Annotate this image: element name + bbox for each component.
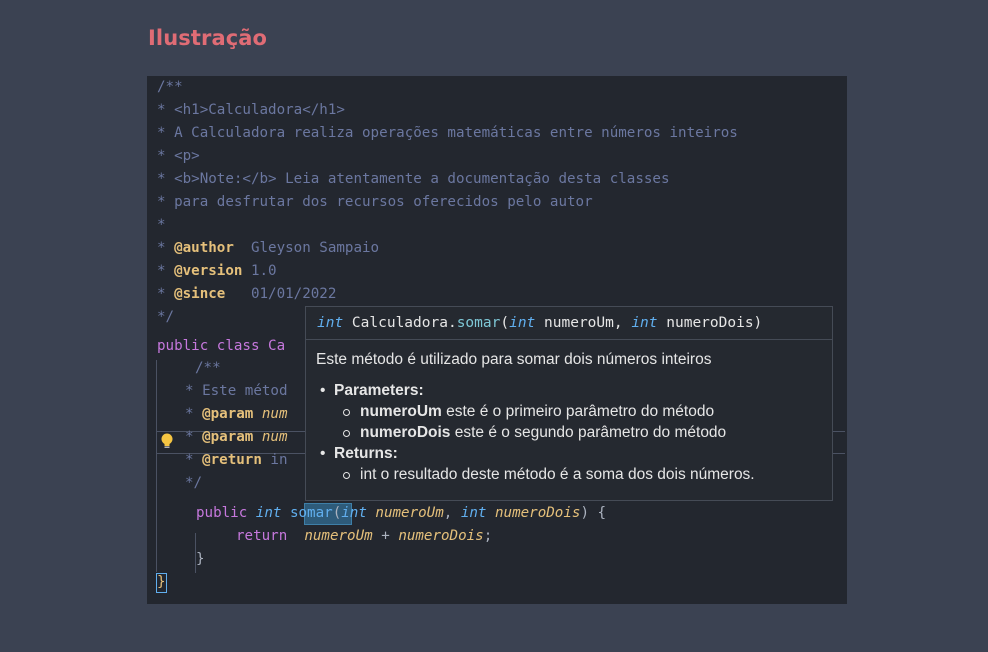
keyword-return: return — [236, 528, 288, 544]
param-name: num — [253, 429, 288, 445]
javadoc-tag: @param — [202, 429, 254, 445]
param-item-desc: este é o primeiro parâmetro do método — [441, 403, 715, 420]
punctuation: ; — [483, 528, 493, 544]
code-line: * <h1>Calculadora</h1> — [157, 102, 345, 118]
comment-star: * — [185, 406, 203, 422]
parameters-label: Parameters: — [334, 382, 424, 399]
type-int: int — [341, 505, 367, 521]
comment-text: in — [261, 452, 288, 468]
param-item-desc: este é o segundo parâmetro do método — [450, 424, 727, 441]
comment-text: Gleyson Sampaio — [233, 240, 380, 256]
code-line-since: * @since 01/01/2022 — [157, 283, 336, 306]
param-name: numeroDois) — [657, 315, 763, 331]
param-name: numeroUm — [304, 528, 373, 544]
javadoc-tag: @param — [202, 406, 254, 422]
comment-star: * — [157, 263, 175, 279]
code-line: * Este métod — [185, 383, 288, 399]
type-int: int — [631, 315, 658, 331]
code-line: * A Calculadora realiza operações matemá… — [157, 125, 738, 141]
param-item-name: numeroUm — [360, 403, 442, 420]
javadoc-tag: @return — [202, 452, 262, 468]
param-name: num — [253, 406, 288, 422]
returns-item: int o resultado deste método é a soma do… — [316, 464, 822, 485]
param-name: numeroDois — [398, 528, 484, 544]
code-line: */ — [185, 475, 203, 491]
method-signature: public int somar(int numeroUm, int numer… — [196, 502, 606, 525]
method-name: somar — [456, 315, 501, 331]
comment-star: * — [157, 286, 175, 302]
comment-text: 1.0 — [242, 263, 277, 279]
parameters-heading: Parameters: — [316, 380, 822, 401]
code-line: * <p> — [157, 148, 200, 164]
param-name: numeroUm, — [535, 315, 632, 331]
param-item: numeroUm este é o primeiro parâmetro do … — [316, 401, 822, 422]
page-heading: Ilustração — [148, 26, 268, 50]
comment-star: * — [185, 452, 203, 468]
comment-star: * — [157, 240, 175, 256]
type-int: int — [317, 315, 344, 331]
code-line: * — [157, 217, 166, 233]
code-line-param: * @param num — [185, 426, 288, 449]
return-statement: return numeroUm + numeroDois; — [236, 525, 492, 548]
javadoc-tag: @version — [174, 263, 243, 279]
javadoc-tag: @since — [174, 286, 226, 302]
code-line: /** — [157, 79, 183, 95]
code-line-param: * @param num — [185, 403, 288, 426]
comment-text: 01/01/2022 — [225, 286, 337, 302]
class-close-brace: } — [157, 574, 166, 590]
code-line: /** — [195, 360, 221, 376]
indent-guide — [156, 360, 157, 572]
punctuation: ( — [332, 505, 342, 521]
type-int: int — [460, 505, 487, 521]
tooltip-body: Este método é utilizado para somar dois … — [306, 340, 832, 485]
code-line-return: * @return in — [185, 449, 288, 472]
returns-desc: int o resultado deste método é a soma do… — [360, 466, 755, 483]
hover-tooltip: int Calculadora.somar(int numeroUm, int … — [305, 306, 833, 501]
code-line: */ — [157, 309, 175, 325]
tooltip-signature: int Calculadora.somar(int numeroUm, int … — [306, 307, 832, 340]
returns-heading: Returns: — [316, 443, 822, 464]
param-item: numeroDois este é o segundo parâmetro do… — [316, 422, 822, 443]
class-declaration: public class Ca — [157, 338, 286, 354]
punctuation: + — [372, 528, 399, 544]
param-name: numeroUm — [375, 505, 444, 521]
code-line-version: * @version 1.0 — [157, 260, 277, 283]
javadoc-tag: @author — [174, 240, 234, 256]
code-line: * para desfrutar dos recursos oferecidos… — [157, 194, 593, 210]
code-line-author: * @author Gleyson Sampaio — [157, 237, 379, 260]
type-int: int — [255, 505, 282, 521]
type-int: int — [509, 315, 536, 331]
class-name: Calculadora. — [343, 315, 457, 331]
tooltip-description: Este método é utilizado para somar dois … — [316, 351, 712, 368]
param-item-name: numeroDois — [360, 424, 451, 441]
lightbulb-icon[interactable] — [159, 432, 175, 450]
method-close-brace: } — [196, 551, 205, 567]
code-line: * <b>Note:</b> Leia atentamente a docume… — [157, 171, 670, 187]
punctuation: ( — [500, 315, 510, 331]
comment-star: * — [185, 429, 203, 445]
returns-label: Returns: — [334, 445, 398, 462]
punctuation: ) { — [580, 505, 607, 521]
punctuation: , — [443, 505, 461, 521]
param-name: numeroDois — [495, 505, 581, 521]
keyword-public: public — [196, 505, 248, 521]
method-name[interactable]: somar — [290, 505, 333, 521]
